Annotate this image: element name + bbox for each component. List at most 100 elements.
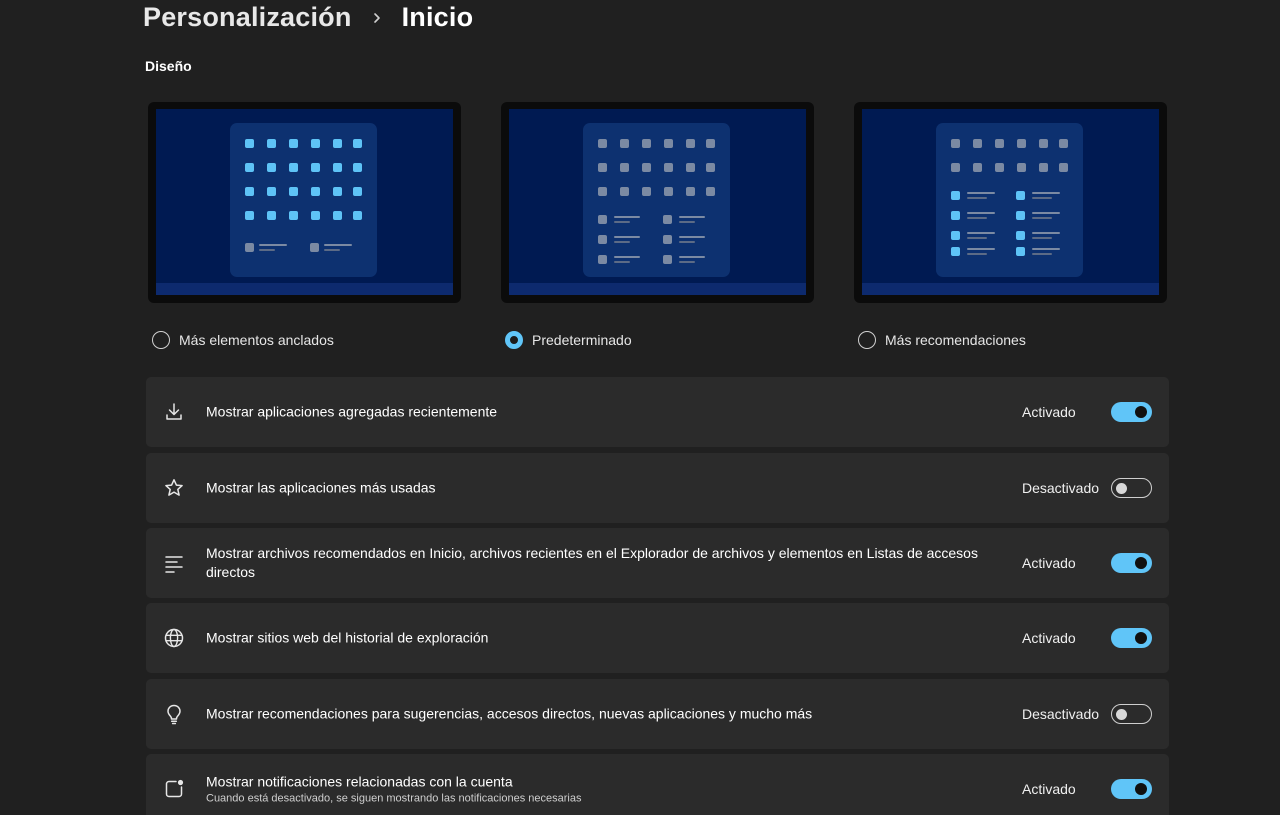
app-tile	[1039, 139, 1048, 148]
app-tile	[310, 243, 319, 252]
breadcrumb-personalizacion[interactable]: Personalización	[143, 2, 352, 33]
start-menu-preview	[583, 123, 730, 277]
app-tile	[353, 163, 362, 172]
toggle-state-text: Activado	[1022, 630, 1076, 646]
app-tile	[245, 243, 254, 252]
breadcrumb: Personalización Inicio	[143, 2, 473, 33]
setting-title: Mostrar archivos recomendados en Inicio,…	[206, 545, 978, 580]
app-tile	[1016, 231, 1025, 240]
recommendation-line	[679, 241, 695, 243]
app-tile	[686, 163, 695, 172]
app-tile	[289, 187, 298, 196]
radio-option-default[interactable]: Predeterminado	[505, 331, 632, 349]
radio-button[interactable]	[152, 331, 170, 349]
globe-icon	[163, 627, 185, 649]
radio-label: Más elementos anclados	[179, 332, 334, 348]
toggle-state-text: Activado	[1022, 404, 1076, 420]
recommendation-line	[259, 244, 287, 246]
app-tile	[951, 231, 960, 240]
setting-title: Mostrar notificaciones relacionadas con …	[206, 773, 513, 790]
setting-label: Mostrar las aplicaciones más usadas	[206, 479, 996, 498]
app-tile	[642, 163, 651, 172]
app-tile	[598, 215, 607, 224]
recommendation-line	[967, 197, 987, 199]
app-tile	[598, 255, 607, 264]
recommendation-line	[1032, 232, 1060, 234]
app-tile	[245, 187, 254, 196]
toggle-state-text: Desactivado	[1022, 706, 1100, 722]
recommendation-line	[1032, 212, 1060, 214]
layout-preview-more-recommendations[interactable]	[854, 102, 1167, 303]
recommendation-line	[967, 192, 995, 194]
download-icon	[163, 401, 185, 423]
app-tile	[620, 163, 629, 172]
toggle-knob	[1116, 708, 1127, 720]
app-tile	[598, 139, 607, 148]
app-tile	[973, 139, 982, 148]
recommendation-line	[967, 212, 995, 214]
app-tile	[311, 139, 320, 148]
app-tile	[951, 191, 960, 200]
recommendation-line	[259, 249, 275, 251]
app-tile	[951, 211, 960, 220]
recommendation-line	[324, 249, 340, 251]
notification-icon	[163, 778, 185, 800]
app-tile	[598, 163, 607, 172]
setting-description: Cuando está desactivado, se siguen mostr…	[206, 792, 582, 805]
app-tile	[1017, 139, 1026, 148]
toggle-knob	[1116, 482, 1127, 494]
setting-row-account-notifications: Mostrar notificaciones relacionadas con …	[146, 754, 1169, 815]
app-tile	[1016, 211, 1025, 220]
app-tile	[311, 163, 320, 172]
layout-preview-screen	[156, 109, 453, 295]
app-tile	[706, 163, 715, 172]
recommendation-line	[1032, 248, 1060, 250]
setting-row-recommended-files: Mostrar archivos recomendados en Inicio,…	[146, 528, 1169, 598]
recommendation-line	[967, 217, 987, 219]
recommendation-line	[967, 248, 995, 250]
radio-button[interactable]	[858, 331, 876, 349]
app-tile	[663, 215, 672, 224]
app-tile	[620, 139, 629, 148]
app-tile	[333, 211, 342, 220]
app-tile	[333, 163, 342, 172]
toggle-switch[interactable]	[1111, 478, 1152, 498]
toggle-state-text: Activado	[1022, 781, 1076, 797]
app-tile	[1016, 191, 1025, 200]
setting-label: Mostrar aplicaciones agregadas recientem…	[206, 403, 996, 422]
radio-option-more-recommendations[interactable]: Más recomendaciones	[858, 331, 1026, 349]
app-tile	[706, 139, 715, 148]
list-icon	[163, 552, 185, 574]
app-tile	[245, 163, 254, 172]
recommendation-line	[1032, 192, 1060, 194]
app-tile	[642, 139, 651, 148]
toggle-switch[interactable]	[1111, 779, 1152, 799]
setting-row-browsing-history: Mostrar sitios web del historial de expl…	[146, 603, 1169, 673]
app-tile	[1016, 247, 1025, 256]
app-tile	[353, 139, 362, 148]
recommendation-line	[967, 232, 995, 234]
radio-button[interactable]	[505, 331, 523, 349]
toggle-switch[interactable]	[1111, 628, 1152, 648]
radio-option-more-pins[interactable]: Más elementos anclados	[152, 331, 334, 349]
recommendation-line	[614, 236, 640, 238]
setting-row-recently-added: Mostrar aplicaciones agregadas recientem…	[146, 377, 1169, 447]
toggle-switch[interactable]	[1111, 553, 1152, 573]
app-tile	[353, 187, 362, 196]
layout-preview-more-pins[interactable]	[148, 102, 461, 303]
layout-preview-default[interactable]	[501, 102, 814, 303]
layout-preview-screen	[862, 109, 1159, 295]
toggle-switch[interactable]	[1111, 402, 1152, 422]
setting-title: Mostrar aplicaciones agregadas recientem…	[206, 403, 498, 420]
recommendation-line	[614, 261, 630, 263]
app-tile	[598, 187, 607, 196]
setting-row-tips-recommendations: Mostrar recomendaciones para sugerencias…	[146, 679, 1169, 749]
app-tile	[1039, 163, 1048, 172]
recommendation-line	[679, 256, 705, 258]
layout-options: Más elementos anclados Predeterminado Má…	[148, 102, 1168, 352]
toggle-knob	[1135, 406, 1147, 418]
star-icon	[163, 477, 185, 499]
toggle-switch[interactable]	[1111, 704, 1152, 724]
app-tile	[289, 139, 298, 148]
taskbar-preview	[862, 283, 1159, 295]
